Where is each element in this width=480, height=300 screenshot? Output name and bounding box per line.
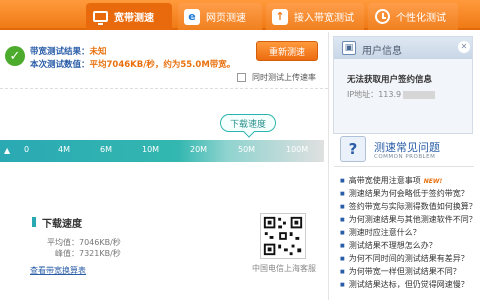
speed-gauge-icon: ▲ bbox=[4, 146, 11, 155]
result-status-line: 带宽测试结果：未知 bbox=[30, 45, 107, 57]
download-speed-title: 下载速度 bbox=[42, 219, 82, 230]
user-ip-row: IP地址：113.9 bbox=[347, 89, 436, 100]
result-speed-label: 本次测试数值： bbox=[30, 60, 90, 70]
ip-label: IP地址： bbox=[347, 90, 379, 99]
result-speed-value: 平均7046KB/秒，约为55.0M带宽。 bbox=[89, 60, 236, 70]
faq-item[interactable]: 测速时应注意什么？ bbox=[340, 227, 421, 238]
tab-label: 网页测速 bbox=[206, 13, 246, 24]
user-contract-info: 无法获取用户签约信息 bbox=[347, 75, 433, 85]
scale-tick: 100M bbox=[286, 145, 309, 154]
faq-subtitle: COMMON PROBLEM bbox=[374, 154, 436, 160]
success-check-icon: ✓ bbox=[5, 46, 25, 66]
peak-value: 7321KB/秒 bbox=[79, 249, 121, 258]
download-peak-row: 峰值：7321KB/秒 bbox=[55, 248, 121, 259]
peak-label: 峰值： bbox=[55, 249, 79, 258]
user-info-header: ▣ 用户信息 ✕ bbox=[334, 37, 472, 59]
bandwidth-conversion-link[interactable]: 查看带宽换算表 bbox=[30, 265, 86, 276]
result-speed-line: 本次测试数值：平均7046KB/秒，约为55.0M带宽。 bbox=[30, 58, 235, 70]
top-tab-bar: 宽带测速 e 网页测速 ↑ 接入带宽测试 个性化测试 bbox=[0, 0, 480, 30]
download-average-row: 平均值：7046KB/秒 bbox=[47, 237, 121, 248]
user-info-title: 用户信息 bbox=[362, 46, 402, 57]
section-marker bbox=[32, 217, 36, 227]
divider bbox=[334, 166, 474, 167]
close-icon[interactable]: ✕ bbox=[458, 41, 470, 53]
faq-item-label: 高带宽使用注意事项 bbox=[348, 176, 421, 185]
scale-tick: 4M bbox=[58, 145, 70, 154]
scale-tick: 6M bbox=[100, 145, 112, 154]
faq-item[interactable]: 高带宽使用注意事项NEW! bbox=[340, 175, 442, 186]
clock-icon bbox=[374, 9, 390, 25]
qr-code-icon bbox=[260, 213, 306, 259]
scale-tick: 50M bbox=[238, 145, 256, 154]
average-value: 7046KB/秒 bbox=[79, 238, 121, 247]
scale-tick: 20M bbox=[190, 145, 208, 154]
right-panel: ▣ 用户信息 ✕ 无法获取用户签约信息 IP地址：113.9 ? 测速常见问题 … bbox=[330, 32, 480, 300]
tab-custom-test[interactable]: 个性化测试 bbox=[368, 3, 458, 30]
retest-button[interactable]: 重新测速 bbox=[256, 41, 318, 61]
new-badge: NEW! bbox=[423, 178, 443, 185]
faq-item[interactable]: 为何带宽一样但测试结果不同？ bbox=[340, 266, 461, 277]
scale-tick: 10M bbox=[142, 145, 160, 154]
scale-tick: 0 bbox=[24, 145, 30, 154]
tab-webpage-speed-test[interactable]: e 网页测速 bbox=[178, 3, 262, 30]
result-status-label: 带宽测试结果： bbox=[30, 47, 90, 57]
tab-label: 宽带测速 bbox=[114, 13, 154, 24]
ip-value: 113.9 bbox=[378, 90, 402, 99]
faq-item[interactable]: 为何测速结果与其他测速软件不同？ bbox=[340, 214, 477, 225]
faq-item[interactable]: 测试结果达标，但仍觉得网速慢？ bbox=[340, 279, 469, 290]
tab-label: 接入带宽测试 bbox=[294, 13, 354, 24]
monitor-icon bbox=[92, 9, 108, 25]
faq-title: 测速常见问题 bbox=[374, 141, 440, 154]
tab-broadband-speed-test[interactable]: 宽带测速 bbox=[86, 3, 172, 30]
result-status-value: 未知 bbox=[89, 47, 107, 57]
faq-item[interactable]: 测速结果为何会略低于签约带宽？ bbox=[340, 188, 469, 199]
qr-caption: 中国电信上海客服 bbox=[252, 264, 316, 273]
divider bbox=[0, 88, 328, 89]
tab-label: 个性化测试 bbox=[396, 13, 446, 24]
speed-scale-bar: ▲ 0 4M 6M 10M 20M 50M 100M bbox=[0, 140, 324, 162]
download-speed-bubble: 下载速度 bbox=[220, 114, 276, 132]
panel-divider bbox=[328, 32, 329, 300]
upload-rate-checkbox[interactable] bbox=[237, 73, 246, 82]
user-icon: ▣ bbox=[342, 41, 356, 55]
ie-browser-icon: e bbox=[184, 8, 200, 25]
faq-help-icon: ? bbox=[340, 136, 366, 162]
upload-arrow-icon: ↑ bbox=[272, 8, 288, 25]
faq-item[interactable]: 为何不同时间的测试结果有差异？ bbox=[340, 253, 469, 264]
ip-redaction bbox=[403, 90, 436, 99]
faq-item[interactable]: 测试结果不理想怎么办？ bbox=[340, 240, 437, 251]
upload-rate-label: 同时测试上传速率 bbox=[252, 73, 316, 82]
average-label: 平均值： bbox=[47, 238, 79, 247]
faq-item[interactable]: 签约带宽与实际测得数值如何换算？ bbox=[340, 201, 477, 212]
tab-access-bandwidth-test[interactable]: ↑ 接入带宽测试 bbox=[266, 3, 364, 30]
user-info-box: ▣ 用户信息 ✕ 无法获取用户签约信息 IP地址：113.9 bbox=[333, 36, 473, 134]
